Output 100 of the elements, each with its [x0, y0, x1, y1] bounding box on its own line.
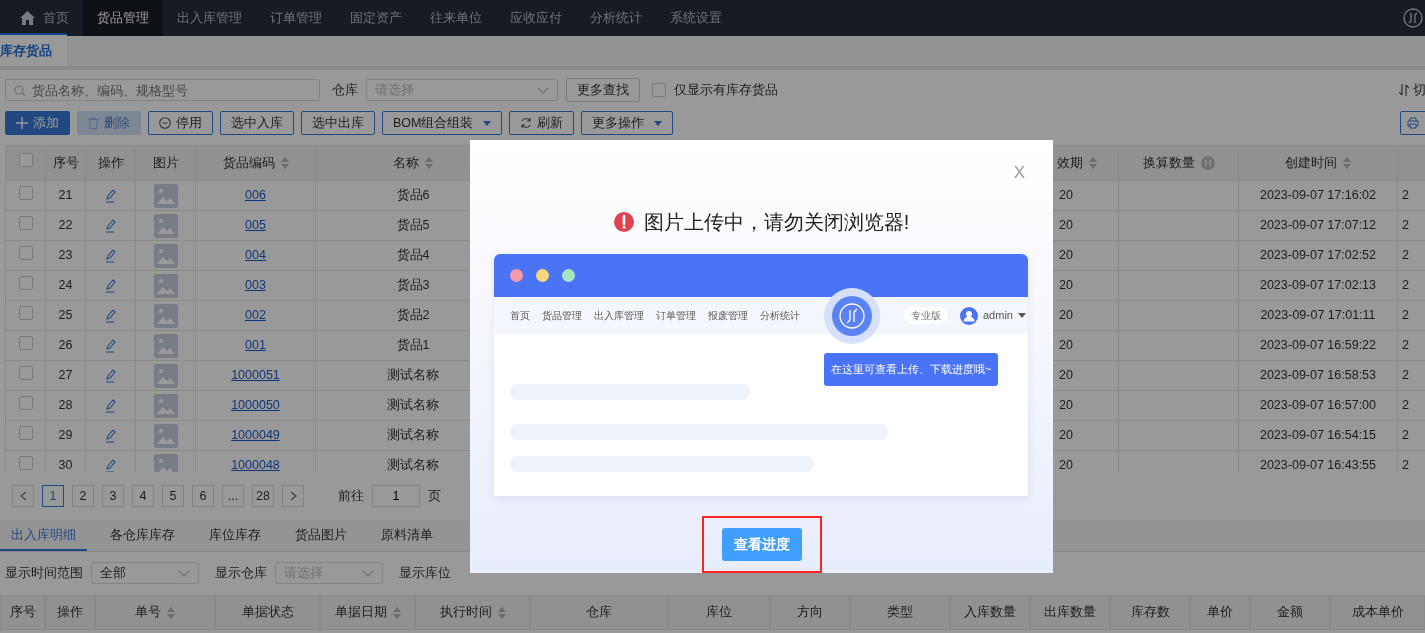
pencil-icon[interactable] — [103, 368, 118, 383]
more-search-button[interactable]: 更多查找 — [566, 78, 640, 102]
toolbar-button[interactable]: BOM组合组装 — [382, 111, 503, 135]
row-checkbox[interactable] — [18, 245, 33, 260]
row-checkbox[interactable] — [18, 185, 33, 200]
row-number: 28 — [58, 398, 73, 413]
column-header: 操作 — [97, 155, 124, 170]
sort-icon[interactable] — [1343, 157, 1351, 170]
column-header: 出库数量 — [1044, 604, 1096, 622]
chevron-icon — [537, 86, 549, 94]
pencil-icon[interactable] — [103, 218, 118, 233]
row-checkbox[interactable] — [18, 455, 33, 470]
checkbox[interactable] — [652, 83, 666, 97]
detail-tab[interactable]: 货品图片 — [284, 520, 358, 551]
swap-icon[interactable] — [1399, 84, 1409, 96]
nav-item[interactable]: 订单管理 — [256, 0, 336, 36]
toolbar-button[interactable]: 选中入库 — [220, 111, 294, 135]
item-code-link[interactable]: 001 — [245, 338, 266, 353]
row-number: 22 — [58, 218, 73, 233]
item-code-link[interactable]: 002 — [245, 308, 266, 323]
sort-icon[interactable] — [280, 157, 289, 170]
detail-tab[interactable]: 各仓库库存 — [99, 520, 186, 551]
search-icon — [14, 85, 26, 97]
time-range-select[interactable]: 全部 — [91, 562, 199, 584]
nav-item[interactable]: 应收应付 — [496, 0, 576, 36]
checkbox[interactable] — [18, 153, 33, 168]
nav-item[interactable]: 往来单位 — [416, 0, 496, 36]
toolbar-button[interactable]: 添加 — [5, 111, 70, 135]
item-code-link[interactable]: 006 — [245, 188, 266, 203]
table-cell: 20 — [1059, 428, 1073, 443]
pencil-icon[interactable] — [103, 428, 118, 443]
toolbar-button[interactable]: 选中出库 — [301, 111, 375, 135]
row-checkbox[interactable] — [18, 365, 33, 380]
sort-icon[interactable] — [1089, 157, 1097, 170]
view-progress-button[interactable]: 查看进度 — [721, 528, 802, 561]
search-field[interactable]: 货品名称、编码、规格型号 — [5, 79, 320, 101]
row-number: 30 — [58, 458, 73, 472]
chevron-icon — [178, 569, 190, 577]
pencil-icon[interactable] — [103, 188, 118, 203]
row-checkbox[interactable] — [18, 215, 33, 230]
user-avatar-icon — [960, 306, 978, 325]
toolbar-button[interactable]: 停用 — [148, 111, 213, 135]
sort-icon[interactable] — [425, 157, 433, 170]
page-input[interactable]: 1 — [372, 485, 420, 507]
pencil-icon[interactable] — [103, 278, 118, 293]
nav-item[interactable]: 系统设置 — [656, 0, 736, 36]
page-button[interactable]: 5 — [162, 485, 184, 507]
page-button[interactable]: 6 — [192, 485, 214, 507]
sort-badge-icon[interactable] — [1200, 156, 1215, 171]
row-checkbox[interactable] — [18, 275, 33, 290]
page-button[interactable]: 1 — [42, 485, 64, 507]
item-code-link[interactable]: 1000049 — [231, 428, 280, 443]
pencil-icon[interactable] — [103, 398, 118, 413]
pencil-icon[interactable] — [103, 338, 118, 353]
page-button[interactable]: 28 — [252, 485, 274, 507]
toolbar-button[interactable]: 更多操作 — [581, 111, 674, 135]
nav-item[interactable]: 分析统计 — [576, 0, 656, 36]
pager-arrow-button[interactable] — [12, 485, 34, 507]
image-placeholder-icon — [153, 363, 178, 388]
page-tab[interactable]: 库存货品 — [0, 32, 67, 66]
item-code-link[interactable]: 1000051 — [231, 368, 280, 383]
column-header: 创建时间 — [1285, 155, 1337, 170]
row-checkbox[interactable] — [18, 425, 33, 440]
home-icon — [20, 11, 35, 25]
pencil-icon[interactable] — [103, 248, 118, 263]
sort-icon[interactable] — [167, 606, 175, 619]
detail-tab[interactable]: 库位库存 — [198, 520, 272, 551]
checkbox-label: 仅显示有库存货品 — [674, 81, 778, 100]
logo-icon[interactable] — [1403, 8, 1423, 28]
row-checkbox[interactable] — [18, 305, 33, 320]
row-checkbox[interactable] — [18, 335, 33, 350]
page-button[interactable]: ... — [222, 485, 244, 507]
table-cell: 2023-09-07 16:57:00 — [1259, 398, 1377, 413]
row-checkbox[interactable] — [18, 395, 33, 410]
table-cell: 2 — [1402, 398, 1409, 413]
detail-tab[interactable]: 原料清单 — [370, 520, 444, 551]
image-placeholder-icon — [153, 393, 178, 418]
window-dot-icon — [562, 269, 575, 282]
column-header: 单据状态 — [241, 604, 294, 622]
pencil-icon[interactable] — [103, 308, 118, 323]
page-button[interactable]: 3 — [102, 485, 124, 507]
pager-arrow-button[interactable] — [282, 485, 304, 507]
sort-icon[interactable] — [392, 606, 401, 619]
item-code-link[interactable]: 004 — [245, 248, 266, 263]
nav-item[interactable]: 货品管理 — [83, 0, 163, 36]
nav-item[interactable]: 固定资产 — [336, 0, 416, 36]
switch-label[interactable]: 切 — [1413, 80, 1425, 100]
toolbar-button[interactable]: 刷新 — [509, 111, 575, 135]
row-number: 27 — [58, 368, 73, 383]
close-button[interactable]: X — [1013, 160, 1025, 186]
page-button[interactable]: 2 — [72, 485, 94, 507]
item-code-link[interactable]: 005 — [245, 218, 266, 233]
item-code-link[interactable]: 1000050 — [231, 398, 280, 413]
item-code-link[interactable]: 003 — [245, 278, 266, 293]
sort-icon[interactable] — [497, 606, 506, 619]
table-cell: 20 — [1059, 248, 1073, 263]
pencil-icon[interactable] — [103, 458, 118, 472]
page-button[interactable]: 4 — [132, 485, 154, 507]
detail-tab[interactable]: 出入库明细 — [0, 520, 87, 551]
nav-item[interactable]: 出入库管理 — [163, 0, 256, 36]
